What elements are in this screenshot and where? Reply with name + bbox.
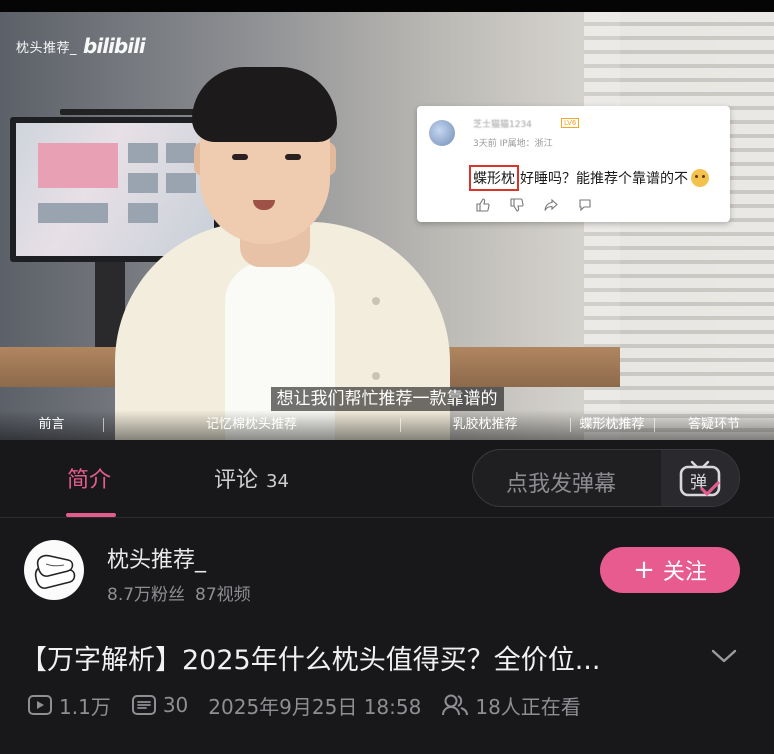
chapter-item[interactable]: 前言	[0, 410, 103, 440]
watching-count: 18人正在看	[475, 694, 581, 719]
cat-face-icon	[691, 169, 709, 187]
uploader-stats: 8.7万粉丝 87视频	[107, 580, 251, 605]
bilibili-logo: bilibili	[83, 34, 146, 58]
follow-label: 关注	[662, 560, 707, 585]
danmaku-toggle-button[interactable]: 弹	[661, 450, 739, 506]
uploader-row: 枕头推荐_ 8.7万粉丝 87视频 + 关注	[0, 518, 774, 628]
chapter-item[interactable]: 答疑环节	[654, 410, 774, 440]
comment-count: 34	[266, 471, 289, 492]
chapter-item[interactable]: 蝶形枕推荐	[570, 410, 654, 440]
like-icon	[475, 197, 491, 213]
views-stat: 1.1万	[27, 691, 111, 720]
video-player[interactable]: 枕头推荐_ bilibili 芝士猫猫1234 LV6 3天前 IP属地：浙江 …	[0, 12, 774, 440]
fans-count: 8.7万粉丝	[107, 585, 186, 605]
danmaku-count: 30	[162, 693, 189, 717]
status-bar	[0, 0, 774, 12]
chapter-bar: 前言 记忆棉枕头推荐 乳胶枕推荐 蝶形枕推荐 答疑环节	[0, 410, 774, 440]
play-count-icon	[28, 695, 52, 715]
subtitle-text: 想让我们帮忙推荐一款靠谱的	[270, 387, 504, 411]
chevron-down-icon	[711, 649, 737, 663]
presenter	[0, 12, 774, 440]
tab-comments-label: 评论	[214, 468, 259, 493]
comment-actions	[475, 197, 593, 213]
danmaku-placeholder: 点我发弹幕	[506, 472, 617, 497]
video-title: 【万字解析】2025年什么枕头值得买？全价位...	[20, 645, 601, 676]
active-tab-indicator	[66, 513, 116, 517]
follow-button[interactable]: + 关注	[600, 547, 740, 593]
chapter-item[interactable]: 记忆棉枕头推荐	[103, 410, 400, 440]
share-icon	[543, 197, 559, 213]
chapter-item[interactable]: 乳胶枕推荐	[400, 410, 570, 440]
danmaku-stat: 30	[131, 693, 188, 717]
uploader-name[interactable]: 枕头推荐_	[107, 542, 206, 574]
expand-button[interactable]	[708, 642, 740, 670]
tab-intro[interactable]: 简介	[67, 462, 111, 494]
level-badge: LV6	[561, 118, 580, 128]
dislike-icon	[509, 197, 525, 213]
danmaku-input[interactable]: 点我发弹幕 弹	[472, 449, 740, 507]
video-stats: 1.1万 30 2025年9月25日 18:58 18人正在看	[27, 690, 601, 720]
plus-icon: +	[633, 555, 655, 585]
views-count: 1.1万	[59, 694, 111, 719]
video-count: 87视频	[195, 585, 251, 605]
publish-datetime: 2025年9月25日 18:58	[208, 694, 422, 719]
comment-screenshot-overlay: 芝士猫猫1234 LV6 3天前 IP属地：浙江 蝶形枕 好睡吗？能推荐个靠谱的…	[417, 106, 730, 222]
uploader-avatar[interactable]	[24, 540, 84, 600]
danmaku-count-icon	[131, 695, 156, 715]
pillow-logo-icon	[34, 554, 76, 589]
video-subtitle: 想让我们帮忙推荐一款靠谱的	[0, 384, 774, 411]
tab-bar: 简介 评论 34 点我发弹幕 弹	[0, 440, 774, 518]
watching-stat: 18人正在看	[441, 691, 581, 720]
commenter-name: 芝士猫猫1234	[473, 120, 532, 130]
danmaku-icon: 弹	[679, 460, 721, 497]
reply-icon	[577, 197, 593, 213]
watermark-username: 枕头推荐_	[16, 40, 78, 56]
tab-comments[interactable]: 评论 34	[214, 462, 289, 494]
commenter-avatar	[429, 120, 455, 146]
viewers-icon	[442, 694, 469, 716]
video-watermark: 枕头推荐_ bilibili	[16, 34, 146, 58]
comment-body: 好睡吗？能推荐个靠谱的不	[520, 171, 688, 187]
highlighted-keyword: 蝶形枕	[469, 165, 519, 191]
comment-text: 蝶形枕 好睡吗？能推荐个靠谱的不	[469, 165, 709, 191]
comment-meta: 3天前 IP属地：浙江	[473, 139, 553, 149]
